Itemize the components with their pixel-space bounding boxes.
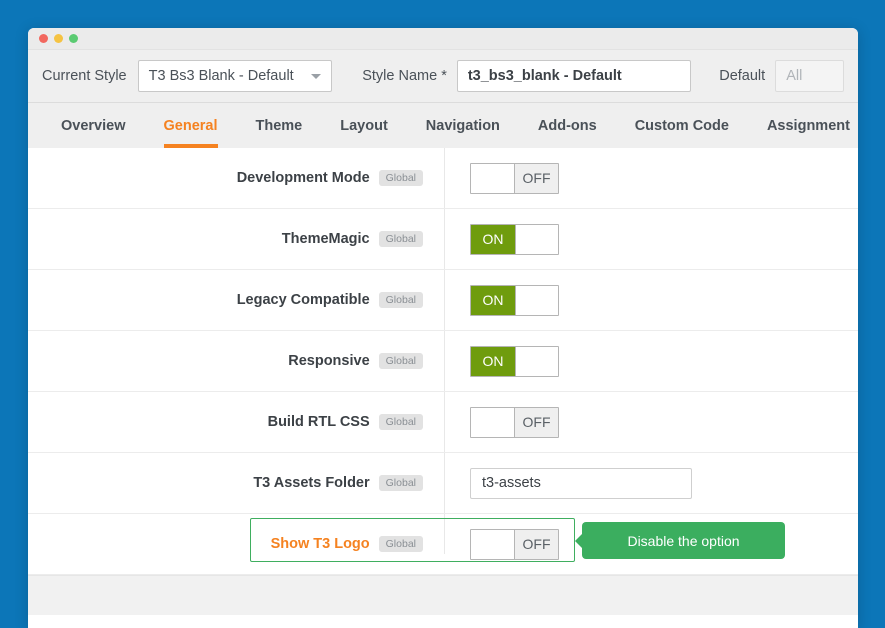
toggle-development-mode[interactable]: OFF xyxy=(470,163,559,194)
tab-label: Navigation xyxy=(426,118,500,134)
tab-navigation[interactable]: Navigation xyxy=(407,103,519,148)
setting-row-t3-assets-folder: T3 Assets Folder Global t3-assets xyxy=(28,453,858,514)
setting-row-thememagic: ThemeMagic Global ON xyxy=(28,209,858,270)
chevron-down-icon xyxy=(311,74,321,79)
setting-control-cell: ON xyxy=(444,285,858,316)
setting-label-cell: Build RTL CSS Global xyxy=(28,414,444,431)
toggle-knob xyxy=(471,164,515,193)
toggle-knob xyxy=(515,225,558,254)
setting-row-legacy-compatible: Legacy Compatible Global ON xyxy=(28,270,858,331)
toggle-state-label: OFF xyxy=(515,408,558,437)
scope-badge: Global xyxy=(379,414,423,431)
tab-theme[interactable]: Theme xyxy=(237,103,322,148)
setting-control-cell: ON xyxy=(444,346,858,377)
tab-label: General xyxy=(164,118,218,134)
setting-label-cell: ThemeMagic Global xyxy=(28,231,444,248)
setting-label: Development Mode xyxy=(237,170,370,186)
default-scope-input[interactable]: All xyxy=(775,60,844,92)
general-settings-form: Development Mode Global OFF ThemeMagic G… xyxy=(28,148,858,578)
minimize-dot[interactable] xyxy=(54,34,63,43)
setting-control-cell: OFF xyxy=(444,163,858,194)
scope-badge: Global xyxy=(379,475,423,492)
setting-label-cell: Show T3 Logo Global xyxy=(28,536,444,553)
tab-general[interactable]: General xyxy=(145,103,237,148)
tooltip-text: Disable the option xyxy=(627,533,739,549)
window-titlebar xyxy=(28,28,858,50)
scope-badge: Global xyxy=(379,292,423,309)
current-style-select[interactable]: T3 Bs3 Blank - Default xyxy=(138,60,333,92)
default-scope-value: All xyxy=(786,68,802,84)
scope-badge: Global xyxy=(379,170,423,187)
tab-label: Add-ons xyxy=(538,118,597,134)
setting-row-build-rtl-css: Build RTL CSS Global OFF xyxy=(28,392,858,453)
browser-window: Current Style T3 Bs3 Blank - Default Sty… xyxy=(28,28,858,628)
tab-label: Theme xyxy=(256,118,303,134)
instruction-tooltip: Disable the option xyxy=(582,522,785,559)
setting-label-cell: T3 Assets Folder Global xyxy=(28,475,444,492)
style-name-label: Style Name * xyxy=(362,68,447,84)
current-style-value: T3 Bs3 Blank - Default xyxy=(149,68,294,84)
setting-label: Build RTL CSS xyxy=(268,414,370,430)
style-name-input[interactable]: t3_bs3_blank - Default xyxy=(457,60,691,92)
scope-badge: Global xyxy=(379,353,423,370)
setting-label: Responsive xyxy=(288,353,369,369)
tab-overview[interactable]: Overview xyxy=(42,103,145,148)
scope-badge: Global xyxy=(379,536,423,553)
tab-layout[interactable]: Layout xyxy=(321,103,407,148)
style-toolbar: Current Style T3 Bs3 Blank - Default Sty… xyxy=(28,50,858,103)
setting-label: Legacy Compatible xyxy=(237,292,370,308)
current-style-label: Current Style xyxy=(42,68,127,84)
setting-control-cell: OFF xyxy=(444,407,858,438)
form-footer-strip xyxy=(28,575,858,615)
toggle-knob xyxy=(515,347,558,376)
default-label: Default xyxy=(719,68,765,84)
setting-label: T3 Assets Folder xyxy=(253,475,369,491)
toggle-responsive[interactable]: ON xyxy=(470,346,559,377)
style-name-value: t3_bs3_blank - Default xyxy=(468,68,622,84)
setting-row-show-t3-logo: Show T3 Logo Global OFF Disable the opti… xyxy=(28,514,858,575)
toggle-thememagic[interactable]: ON xyxy=(470,224,559,255)
t3-assets-folder-input[interactable]: t3-assets xyxy=(470,468,692,499)
tab-custom-code[interactable]: Custom Code xyxy=(616,103,748,148)
zoom-dot[interactable] xyxy=(69,34,78,43)
toggle-state-label: ON xyxy=(471,286,515,315)
setting-label-cell: Responsive Global xyxy=(28,353,444,370)
tab-label: Assignment xyxy=(767,118,850,134)
toggle-knob xyxy=(471,408,515,437)
toggle-build-rtl-css[interactable]: OFF xyxy=(470,407,559,438)
tab-assignment[interactable]: Assignment xyxy=(748,103,858,148)
toggle-state-label: ON xyxy=(471,225,515,254)
setting-row-development-mode: Development Mode Global OFF xyxy=(28,148,858,209)
toggle-show-t3-logo[interactable]: OFF xyxy=(470,529,559,560)
tab-label: Custom Code xyxy=(635,118,729,134)
toggle-state-label: OFF xyxy=(515,530,558,559)
setting-row-responsive: Responsive Global ON xyxy=(28,331,858,392)
setting-label: ThemeMagic xyxy=(282,231,370,247)
scope-badge: Global xyxy=(379,231,423,248)
tab-add-ons[interactable]: Add-ons xyxy=(519,103,616,148)
settings-tabs: Overview General Theme Layout Navigation… xyxy=(28,103,858,148)
toggle-legacy-compatible[interactable]: ON xyxy=(470,285,559,316)
setting-label-cell: Legacy Compatible Global xyxy=(28,292,444,309)
tab-label: Overview xyxy=(61,118,126,134)
toggle-state-label: ON xyxy=(471,347,515,376)
t3-assets-folder-value: t3-assets xyxy=(482,475,541,491)
setting-control-cell: ON xyxy=(444,224,858,255)
setting-label: Show T3 Logo xyxy=(271,536,370,552)
tab-label: Layout xyxy=(340,118,388,134)
close-dot[interactable] xyxy=(39,34,48,43)
toggle-knob xyxy=(471,530,515,559)
setting-control-cell: t3-assets xyxy=(444,468,858,499)
setting-label-cell: Development Mode Global xyxy=(28,170,444,187)
toggle-knob xyxy=(515,286,558,315)
toggle-state-label: OFF xyxy=(515,164,558,193)
